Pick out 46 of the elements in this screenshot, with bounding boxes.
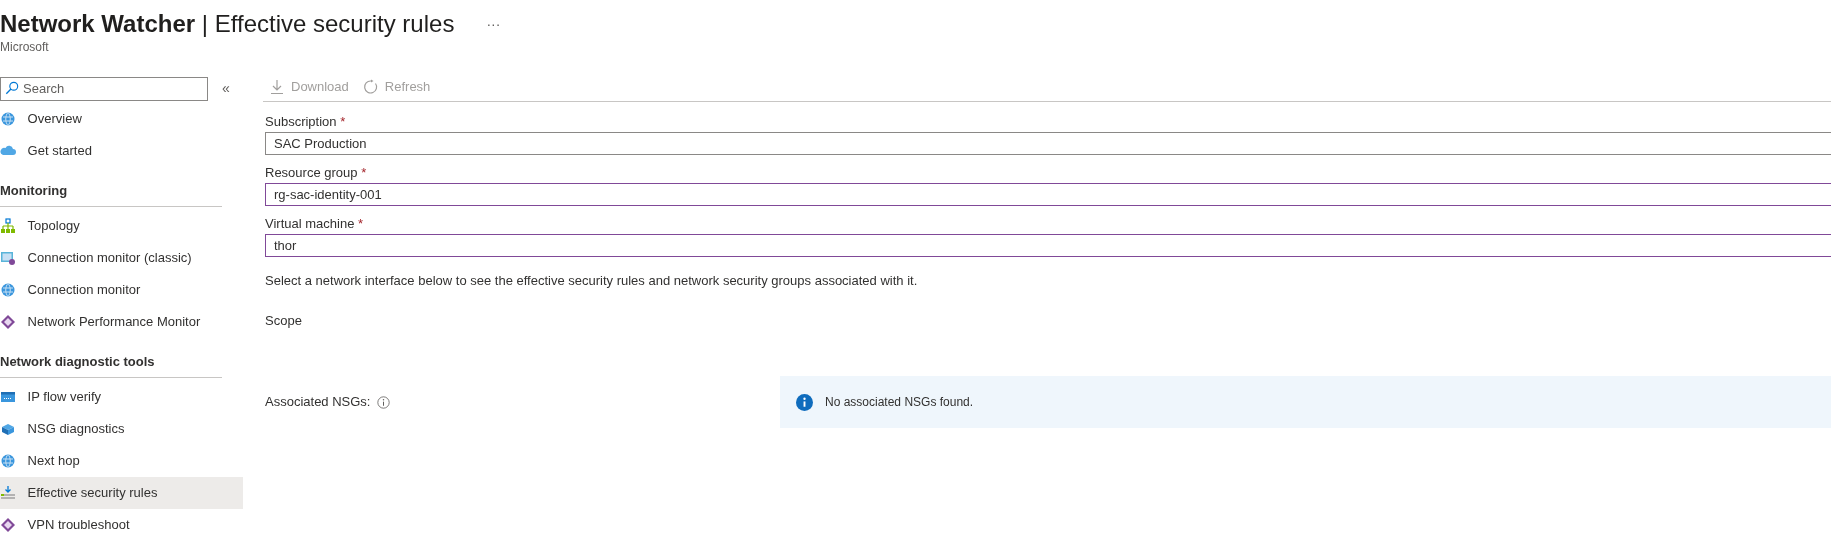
sidebar-item[interactable]: Connection monitor (classic)	[0, 242, 243, 274]
sidebar-item[interactable]: Next hop	[0, 445, 243, 477]
field-label: Virtual machine *	[265, 215, 365, 233]
more-button[interactable]: ···	[482, 14, 505, 35]
topology-icon	[0, 218, 16, 234]
publisher-label: Microsoft	[0, 40, 50, 54]
dropdown-field[interactable]: thor	[265, 234, 1831, 257]
sidebar-item[interactable]: Get started	[0, 135, 243, 167]
required-mark: *	[361, 165, 367, 180]
sidebar-item[interactable]: Topology	[0, 210, 243, 242]
collapse-button[interactable]: «	[222, 77, 230, 99]
sidebar-item[interactable]: Overview	[0, 103, 243, 135]
sidebar-item[interactable]: IP flow verify	[0, 381, 243, 413]
info-icon[interactable]	[376, 395, 390, 409]
field-label: Resource group *	[265, 164, 368, 182]
globe-icon	[0, 282, 16, 298]
rules-icon	[0, 485, 16, 501]
info-message: No associated NSGs found.	[825, 394, 974, 411]
monitor-icon	[0, 250, 16, 266]
search-field[interactable]: Search	[0, 76, 208, 101]
globe-icon	[0, 111, 16, 127]
scope-label: Scope	[265, 311, 303, 330]
info-icon	[796, 393, 813, 411]
section-header: Monitoring	[0, 181, 68, 200]
dropdown-field[interactable]: SAC Production	[265, 132, 1831, 155]
search-icon	[5, 81, 19, 95]
dropdown-field[interactable]: rg-sac-identity-001	[265, 183, 1831, 206]
sidebar-item[interactable]: VPN troubleshoot	[0, 509, 243, 541]
section-header: Network diagnostic tools	[0, 352, 155, 371]
associated-nsgs-label: Associated NSGs:	[265, 393, 371, 412]
refresh-icon	[362, 78, 379, 95]
page-title: Network Watcher | Effective security rules	[0, 9, 455, 39]
diamond-icon	[0, 517, 16, 533]
required-mark: *	[340, 114, 346, 129]
window-icon	[0, 389, 16, 405]
sidebar-item[interactable]: Connection monitor	[0, 274, 243, 306]
globe-icon	[0, 453, 16, 469]
field-label: Subscription *	[265, 113, 347, 131]
sidebar-item[interactable]: NSG diagnostics	[0, 413, 243, 445]
cubes-icon	[0, 421, 16, 437]
required-mark: *	[358, 216, 364, 231]
sidebar-item[interactable]: Effective security rules	[0, 477, 243, 509]
diamond-icon	[0, 314, 16, 330]
sidebar-item[interactable]: Network Performance Monitor	[0, 306, 243, 338]
download-icon	[269, 78, 285, 95]
description-text: Select a network interface below to see the effective security rules and network security groups associated with it.	[265, 272, 919, 290]
